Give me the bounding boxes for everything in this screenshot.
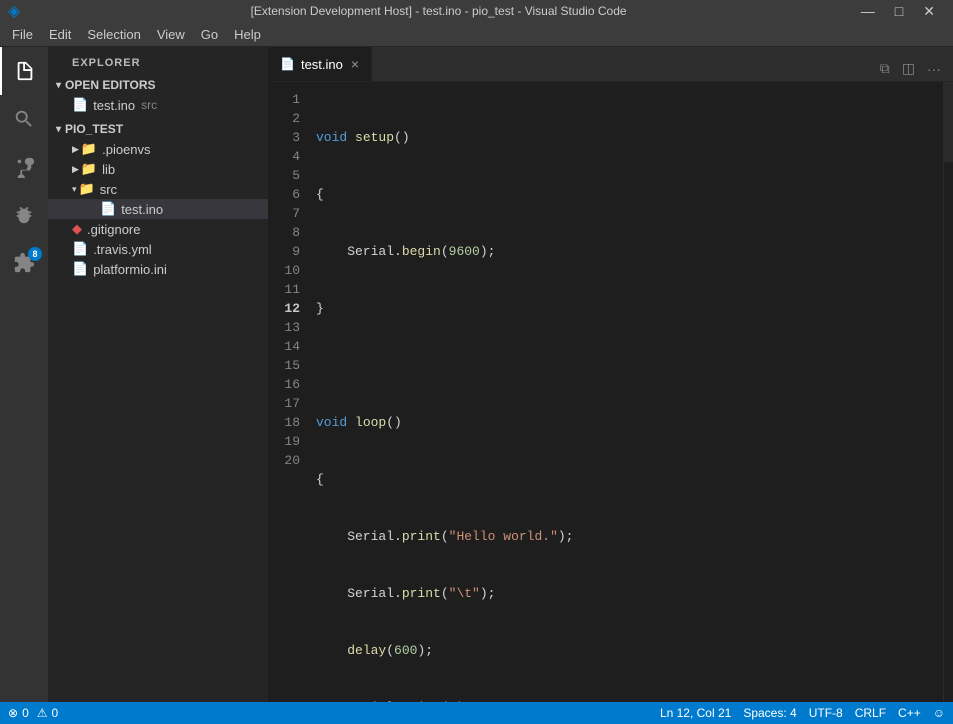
- pio-test-section[interactable]: ▾ PIO_TEST: [48, 119, 268, 139]
- open-editors-chevron: ▾: [56, 80, 61, 91]
- tab-testino[interactable]: 📄 test.ino ×: [268, 47, 372, 81]
- tab-close-button[interactable]: ×: [351, 56, 359, 72]
- file-gitignore-label: .gitignore: [87, 222, 140, 237]
- extensions-badge: 8: [28, 247, 42, 261]
- minimap: [943, 82, 953, 702]
- explorer-activity-icon[interactable]: [0, 47, 48, 95]
- warning-count: 0: [52, 706, 59, 720]
- open-editors-section[interactable]: ▾ OPEN EDITORS: [48, 75, 268, 95]
- tab-file-icon: 📄: [280, 57, 295, 71]
- sidebar-title: EXPLORER: [48, 47, 268, 75]
- menu-view[interactable]: View: [149, 25, 193, 44]
- menu-edit[interactable]: Edit: [41, 25, 79, 44]
- tab-actions: ⧉ ◫ ···: [868, 56, 953, 81]
- file-icon: 📄: [72, 97, 88, 113]
- tab-bar: 📄 test.ino × ⧉ ◫ ···: [268, 47, 953, 82]
- pio-test-label: PIO_TEST: [65, 122, 123, 136]
- main-layout: 8 EXPLORER ▾ OPEN EDITORS 📄 test.ino src…: [0, 47, 953, 702]
- file-travis-label: .travis.yml: [93, 242, 152, 257]
- line-numbers: 12345 678910 1112131415 1617181920: [268, 82, 308, 702]
- pioenvs-chevron: ▶: [72, 144, 79, 155]
- status-left: ⊗ 0 ⚠ 0: [8, 706, 58, 720]
- file-icon: 📄: [100, 201, 116, 217]
- folder-src-label: src: [100, 182, 117, 197]
- open-editors-label: OPEN EDITORS: [65, 78, 155, 92]
- file-testino-tree-label: test.ino: [121, 202, 163, 217]
- file-platformio[interactable]: 📄 platformio.ini: [48, 259, 268, 279]
- sidebar: EXPLORER ▾ OPEN EDITORS 📄 test.ino src ▾…: [48, 47, 268, 702]
- menu-selection[interactable]: Selection: [79, 25, 148, 44]
- folder-src[interactable]: ▾ 📁 src: [48, 179, 268, 199]
- error-count: 0: [22, 706, 29, 720]
- file-testino-tree[interactable]: 📄 test.ino: [48, 199, 268, 219]
- more-actions-button[interactable]: ···: [923, 57, 945, 81]
- error-icon: ⊗: [8, 706, 18, 720]
- menu-bar: File Edit Selection View Go Help: [0, 22, 953, 47]
- editor-area: 📄 test.ino × ⧉ ◫ ··· 12345 678910 111213…: [268, 47, 953, 702]
- extensions-activity-icon[interactable]: 8: [0, 239, 48, 287]
- code-editor[interactable]: 12345 678910 1112131415 1617181920 void …: [268, 82, 953, 702]
- pio-test-chevron: ▾: [56, 124, 61, 135]
- status-bar: ⊗ 0 ⚠ 0 Ln 12, Col 21 Spaces: 4 UTF-8 CR…: [0, 702, 953, 724]
- folder-icon: 📁: [81, 161, 97, 177]
- file-platformio-label: platformio.ini: [93, 262, 167, 277]
- title-bar: ◈ [Extension Development Host] - test.in…: [0, 0, 953, 22]
- folder-lib-label: lib: [102, 162, 115, 177]
- app-icon: ◈: [8, 1, 20, 21]
- search-activity-icon[interactable]: [0, 95, 48, 143]
- line-ending[interactable]: CRLF: [855, 706, 886, 720]
- folder-lib[interactable]: ▶ 📁 lib: [48, 159, 268, 179]
- toggle-sidebar-button[interactable]: ◫: [898, 56, 919, 81]
- code-content[interactable]: void setup() { Serial.begin(9600); } voi…: [308, 82, 943, 702]
- folder-pioenvs-label: .pioenvs: [102, 142, 150, 157]
- close-button[interactable]: ✕: [913, 3, 945, 20]
- file-gitignore[interactable]: ◆ .gitignore: [48, 219, 268, 239]
- maximize-button[interactable]: □: [885, 3, 913, 19]
- menu-go[interactable]: Go: [193, 25, 226, 44]
- minimap-thumb: [944, 82, 953, 162]
- menu-file[interactable]: File: [4, 25, 41, 44]
- folder-pioenvs[interactable]: ▶ 📁 .pioenvs: [48, 139, 268, 159]
- folder-icon: 📁: [81, 141, 97, 157]
- file-travis[interactable]: 📄 .travis.yml: [48, 239, 268, 259]
- title-text: [Extension Development Host] - test.ino …: [26, 4, 850, 18]
- menu-help[interactable]: Help: [226, 25, 269, 44]
- debug-activity-icon[interactable]: [0, 191, 48, 239]
- open-editor-item-testino[interactable]: 📄 test.ino src: [48, 95, 268, 115]
- language-mode[interactable]: C++: [898, 706, 921, 720]
- open-editor-filename: test.ino: [93, 98, 135, 113]
- status-right: Ln 12, Col 21 Spaces: 4 UTF-8 CRLF C++ ☺: [660, 706, 945, 720]
- src-chevron: ▾: [72, 184, 77, 195]
- status-errors[interactable]: ⊗ 0 ⚠ 0: [8, 706, 58, 720]
- travis-icon: 📄: [72, 241, 88, 257]
- folder-icon: 📁: [79, 181, 95, 197]
- indentation[interactable]: Spaces: 4: [743, 706, 796, 720]
- smiley-icon[interactable]: ☺: [933, 706, 945, 720]
- minimize-button[interactable]: —: [851, 3, 885, 19]
- file-encoding[interactable]: UTF-8: [809, 706, 843, 720]
- tab-filename: test.ino: [301, 57, 343, 72]
- git-icon: ◆: [72, 221, 82, 237]
- lib-chevron: ▶: [72, 164, 79, 175]
- source-control-activity-icon[interactable]: [0, 143, 48, 191]
- split-editor-button[interactable]: ⧉: [876, 56, 894, 81]
- cursor-position[interactable]: Ln 12, Col 21: [660, 706, 731, 720]
- activity-bar: 8: [0, 47, 48, 702]
- platformio-icon: 📄: [72, 261, 88, 277]
- warning-icon: ⚠: [37, 706, 48, 720]
